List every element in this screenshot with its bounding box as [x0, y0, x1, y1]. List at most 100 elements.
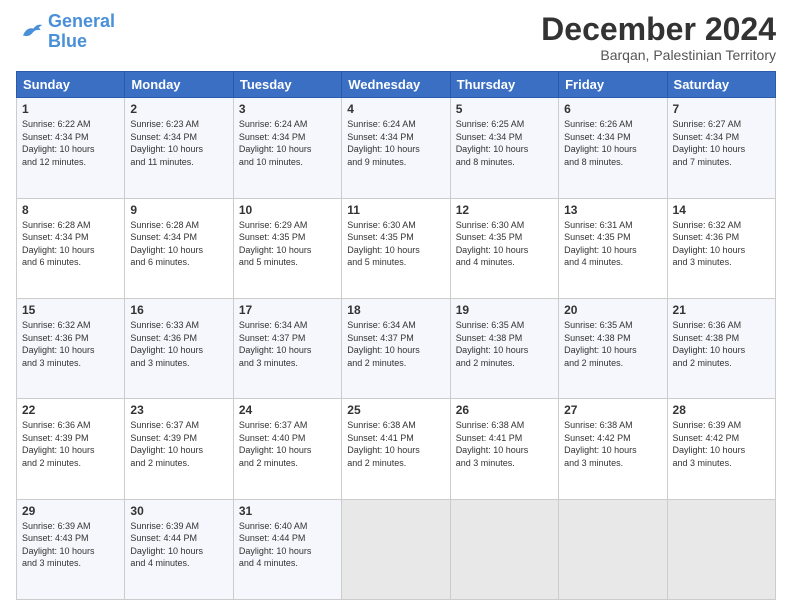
calendar-cell: 6 Sunrise: 6:26 AM Sunset: 4:34 PM Daylig… — [559, 98, 667, 198]
day-info: Sunrise: 6:33 AM Sunset: 4:36 PM Dayligh… — [130, 319, 227, 369]
day-number: 22 — [22, 403, 119, 417]
day-number: 15 — [22, 303, 119, 317]
title-area: December 2024 Barqan, Palestinian Territ… — [541, 12, 776, 63]
logo-text: General Blue — [48, 12, 115, 52]
month-title: December 2024 — [541, 12, 776, 47]
day-info: Sunrise: 6:35 AM Sunset: 4:38 PM Dayligh… — [564, 319, 661, 369]
day-number: 27 — [564, 403, 661, 417]
day-number: 30 — [130, 504, 227, 518]
day-info: Sunrise: 6:35 AM Sunset: 4:38 PM Dayligh… — [456, 319, 553, 369]
day-number: 28 — [673, 403, 770, 417]
day-number: 31 — [239, 504, 336, 518]
day-number: 5 — [456, 102, 553, 116]
day-info: Sunrise: 6:30 AM Sunset: 4:35 PM Dayligh… — [347, 219, 444, 269]
calendar-table: SundayMondayTuesdayWednesdayThursdayFrid… — [16, 71, 776, 600]
day-header-monday: Monday — [125, 72, 233, 98]
calendar-cell: 1Sunrise: 6:22 AM Sunset: 4:34 PM Daylig… — [17, 98, 125, 198]
calendar-cell — [450, 499, 558, 599]
calendar-week-4: 22Sunrise: 6:36 AM Sunset: 4:39 PM Dayli… — [17, 399, 776, 499]
day-header-wednesday: Wednesday — [342, 72, 450, 98]
calendar-cell: 23Sunrise: 6:37 AM Sunset: 4:39 PM Dayli… — [125, 399, 233, 499]
calendar-cell: 16 Sunrise: 6:33 AM Sunset: 4:36 PM Dayli… — [125, 298, 233, 398]
calendar-cell: 13 Sunrise: 6:31 AM Sunset: 4:35 PM Dayli… — [559, 198, 667, 298]
day-number: 18 — [347, 303, 444, 317]
day-info: Sunrise: 6:32 AM Sunset: 4:36 PM Dayligh… — [673, 219, 770, 269]
day-info: Sunrise: 6:38 AM Sunset: 4:42 PM Dayligh… — [564, 419, 661, 469]
day-number: 19 — [456, 303, 553, 317]
calendar-cell: 4 Sunrise: 6:24 AM Sunset: 4:34 PM Daylig… — [342, 98, 450, 198]
day-header-saturday: Saturday — [667, 72, 775, 98]
calendar-cell: 12 Sunrise: 6:30 AM Sunset: 4:35 PM Dayli… — [450, 198, 558, 298]
calendar-cell: 28Sunrise: 6:39 AM Sunset: 4:42 PM Dayli… — [667, 399, 775, 499]
day-info: Sunrise: 6:28 AM Sunset: 4:34 PM Dayligh… — [130, 219, 227, 269]
day-number: 25 — [347, 403, 444, 417]
calendar-cell — [342, 499, 450, 599]
calendar-cell: 2Sunrise: 6:23 AM Sunset: 4:34 PM Daylig… — [125, 98, 233, 198]
calendar-cell: 31Sunrise: 6:40 AM Sunset: 4:44 PM Dayli… — [233, 499, 341, 599]
calendar-week-2: 8 Sunrise: 6:28 AM Sunset: 4:34 PM Daylig… — [17, 198, 776, 298]
day-info: Sunrise: 6:34 AM Sunset: 4:37 PM Dayligh… — [239, 319, 336, 369]
day-info: Sunrise: 6:32 AM Sunset: 4:36 PM Dayligh… — [22, 319, 119, 369]
day-number: 7 — [673, 102, 770, 116]
calendar-cell: 27 Sunrise: 6:38 AM Sunset: 4:42 PM Dayli… — [559, 399, 667, 499]
calendar-cell — [667, 499, 775, 599]
calendar-cell: 8 Sunrise: 6:28 AM Sunset: 4:34 PM Daylig… — [17, 198, 125, 298]
calendar-week-3: 15 Sunrise: 6:32 AM Sunset: 4:36 PM Dayli… — [17, 298, 776, 398]
calendar-cell: 15 Sunrise: 6:32 AM Sunset: 4:36 PM Dayli… — [17, 298, 125, 398]
logo-icon — [16, 18, 44, 46]
day-number: 17 — [239, 303, 336, 317]
calendar-cell: 17 Sunrise: 6:34 AM Sunset: 4:37 PM Dayli… — [233, 298, 341, 398]
calendar-cell: 7 Sunrise: 6:27 AM Sunset: 4:34 PM Daylig… — [667, 98, 775, 198]
day-info: Sunrise: 6:36 AM Sunset: 4:38 PM Dayligh… — [673, 319, 770, 369]
day-info: Sunrise: 6:37 AM Sunset: 4:40 PM Dayligh… — [239, 419, 336, 469]
calendar-cell: 25 Sunrise: 6:38 AM Sunset: 4:41 PM Dayli… — [342, 399, 450, 499]
day-info: Sunrise: 6:29 AM Sunset: 4:35 PM Dayligh… — [239, 219, 336, 269]
day-number: 13 — [564, 203, 661, 217]
day-info: Sunrise: 6:38 AM Sunset: 4:41 PM Dayligh… — [347, 419, 444, 469]
day-info: Sunrise: 6:38 AM Sunset: 4:41 PM Dayligh… — [456, 419, 553, 469]
day-info: Sunrise: 6:26 AM Sunset: 4:34 PM Dayligh… — [564, 118, 661, 168]
day-header-tuesday: Tuesday — [233, 72, 341, 98]
day-header-sunday: Sunday — [17, 72, 125, 98]
day-number: 8 — [22, 203, 119, 217]
day-info: Sunrise: 6:37 AM Sunset: 4:39 PM Dayligh… — [130, 419, 227, 469]
day-number: 29 — [22, 504, 119, 518]
calendar-cell: 30 Sunrise: 6:39 AM Sunset: 4:44 PM Dayli… — [125, 499, 233, 599]
calendar-cell: 22Sunrise: 6:36 AM Sunset: 4:39 PM Dayli… — [17, 399, 125, 499]
day-number: 21 — [673, 303, 770, 317]
header: General Blue December 2024 Barqan, Pales… — [16, 12, 776, 63]
day-info: Sunrise: 6:24 AM Sunset: 4:34 PM Dayligh… — [239, 118, 336, 168]
day-info: Sunrise: 6:39 AM Sunset: 4:43 PM Dayligh… — [22, 520, 119, 570]
day-info: Sunrise: 6:39 AM Sunset: 4:44 PM Dayligh… — [130, 520, 227, 570]
day-number: 2 — [130, 102, 227, 116]
logo: General Blue — [16, 12, 115, 52]
calendar-cell: 14 Sunrise: 6:32 AM Sunset: 4:36 PM Dayli… — [667, 198, 775, 298]
calendar-header-row: SundayMondayTuesdayWednesdayThursdayFrid… — [17, 72, 776, 98]
day-info: Sunrise: 6:31 AM Sunset: 4:35 PM Dayligh… — [564, 219, 661, 269]
day-info: Sunrise: 6:27 AM Sunset: 4:34 PM Dayligh… — [673, 118, 770, 168]
day-number: 14 — [673, 203, 770, 217]
calendar-cell: 10 Sunrise: 6:29 AM Sunset: 4:35 PM Dayli… — [233, 198, 341, 298]
calendar-week-1: 1Sunrise: 6:22 AM Sunset: 4:34 PM Daylig… — [17, 98, 776, 198]
day-header-thursday: Thursday — [450, 72, 558, 98]
calendar-cell: 26Sunrise: 6:38 AM Sunset: 4:41 PM Dayli… — [450, 399, 558, 499]
calendar-cell: 18 Sunrise: 6:34 AM Sunset: 4:37 PM Dayli… — [342, 298, 450, 398]
location: Barqan, Palestinian Territory — [541, 47, 776, 63]
day-number: 9 — [130, 203, 227, 217]
calendar-week-5: 29 Sunrise: 6:39 AM Sunset: 4:43 PM Dayli… — [17, 499, 776, 599]
day-info: Sunrise: 6:28 AM Sunset: 4:34 PM Dayligh… — [22, 219, 119, 269]
day-number: 10 — [239, 203, 336, 217]
day-number: 1 — [22, 102, 119, 116]
calendar-cell: 5 Sunrise: 6:25 AM Sunset: 4:34 PM Daylig… — [450, 98, 558, 198]
calendar-cell: 3Sunrise: 6:24 AM Sunset: 4:34 PM Daylig… — [233, 98, 341, 198]
calendar-cell: 24Sunrise: 6:37 AM Sunset: 4:40 PM Dayli… — [233, 399, 341, 499]
day-number: 16 — [130, 303, 227, 317]
day-number: 6 — [564, 102, 661, 116]
day-info: Sunrise: 6:24 AM Sunset: 4:34 PM Dayligh… — [347, 118, 444, 168]
day-info: Sunrise: 6:30 AM Sunset: 4:35 PM Dayligh… — [456, 219, 553, 269]
day-number: 4 — [347, 102, 444, 116]
day-header-friday: Friday — [559, 72, 667, 98]
day-info: Sunrise: 6:34 AM Sunset: 4:37 PM Dayligh… — [347, 319, 444, 369]
day-info: Sunrise: 6:25 AM Sunset: 4:34 PM Dayligh… — [456, 118, 553, 168]
day-number: 12 — [456, 203, 553, 217]
